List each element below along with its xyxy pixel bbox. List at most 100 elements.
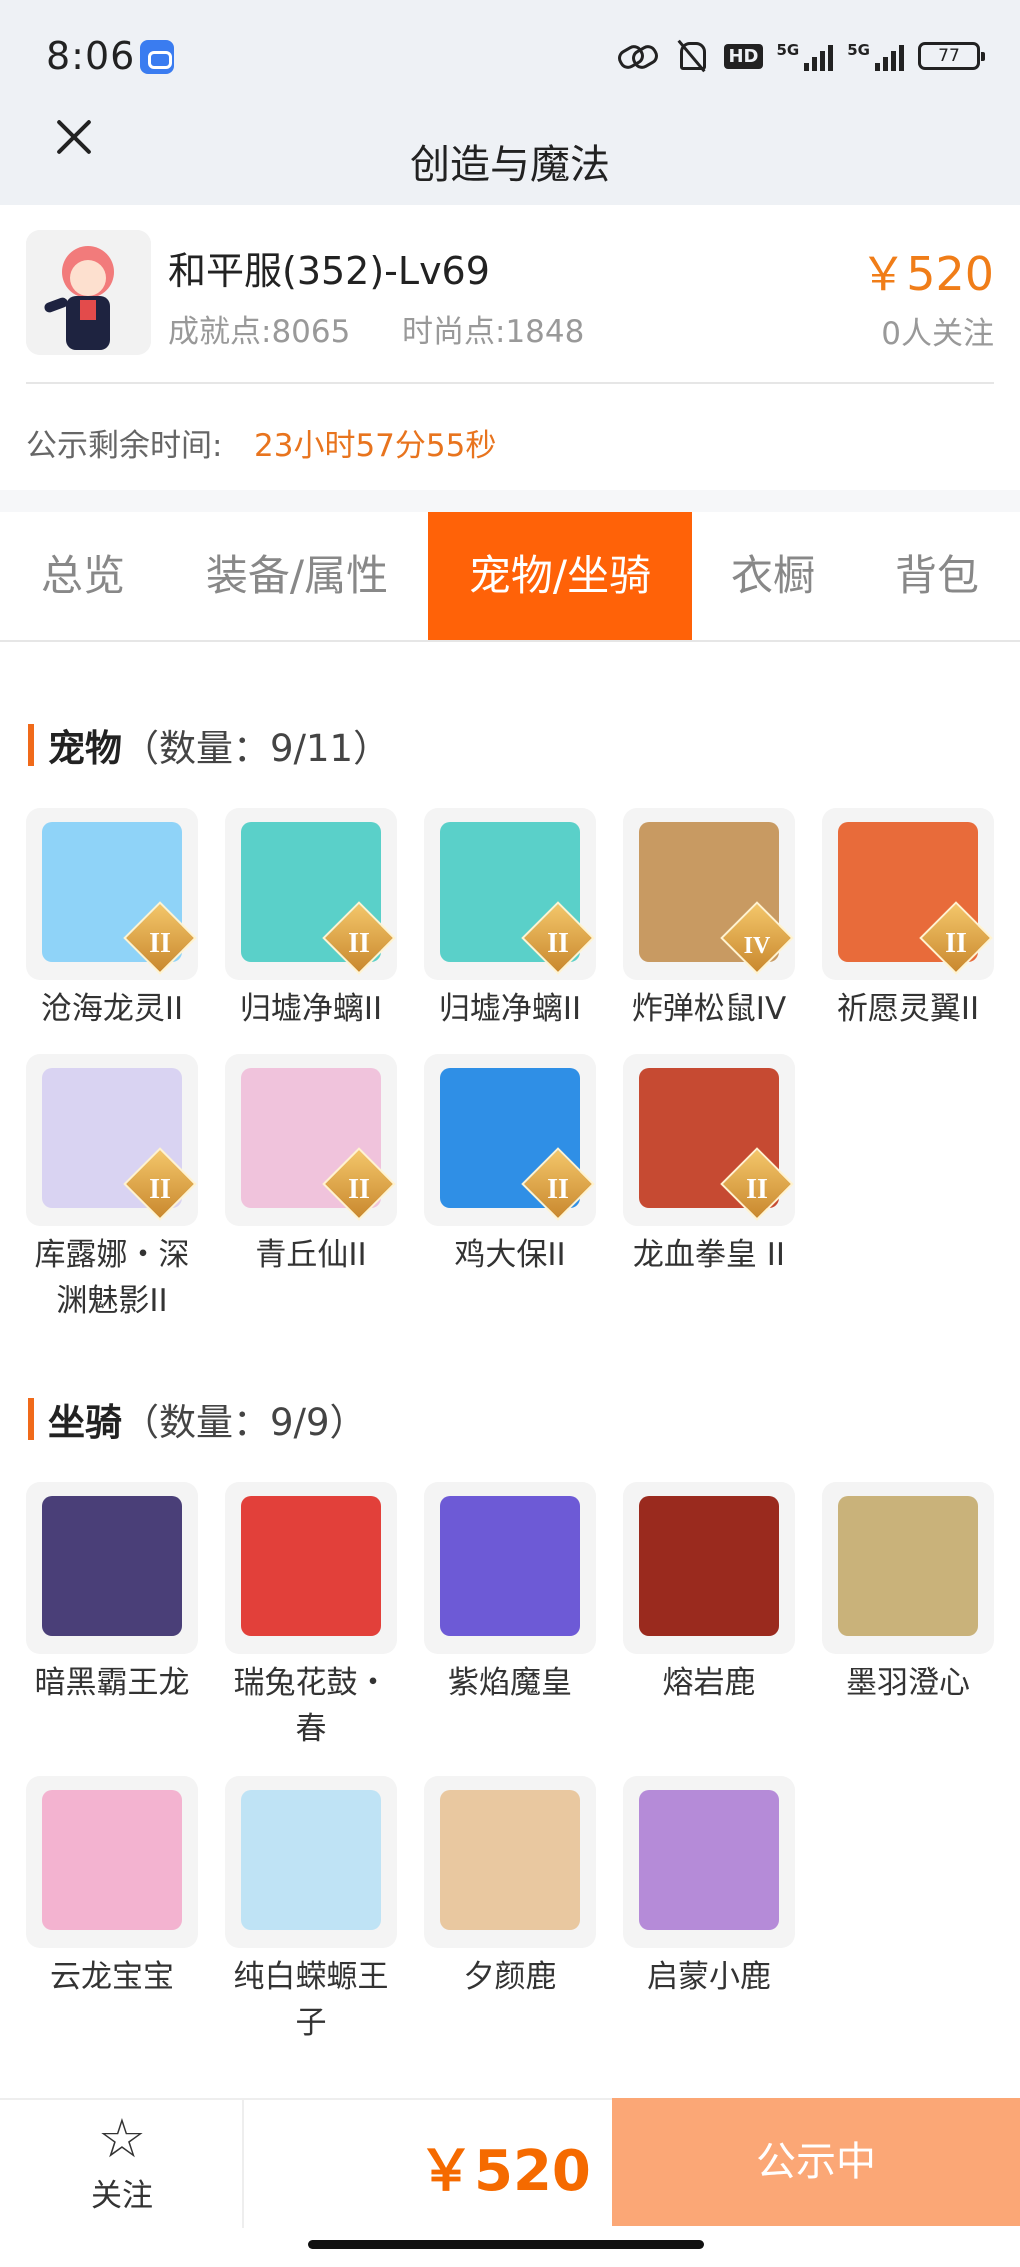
- rank-badge-text: II: [348, 1174, 370, 1205]
- pet-thumbnail: II: [26, 1054, 198, 1226]
- pet-thumbnail: II: [424, 808, 596, 980]
- link-icon: [618, 44, 658, 68]
- mounts-count: （数量：9/9）: [122, 1401, 367, 1444]
- pet-name: 鸡大保II: [454, 1237, 566, 1273]
- signal-label-2: 5G: [847, 41, 870, 59]
- rank-badge-text: II: [348, 928, 370, 959]
- avatar-art: [26, 230, 151, 355]
- mute-icon: [672, 38, 710, 74]
- mount-image: [440, 1496, 580, 1636]
- pet-name: 归墟净螭II: [239, 991, 383, 1027]
- tab-overview[interactable]: 总览: [0, 512, 166, 640]
- mount-item[interactable]: 纯白蝾螈王子: [225, 1776, 397, 2046]
- rank-badge-text: II: [149, 928, 171, 959]
- pet-thumbnail: II: [424, 1054, 596, 1226]
- pet-item[interactable]: II 库露娜・深渊魅影II: [26, 1054, 198, 1324]
- pet-item[interactable]: II 沧海龙灵II: [26, 808, 198, 1032]
- mount-name: 夕颜鹿: [463, 1959, 557, 1995]
- mount-name: 启蒙小鹿: [647, 1959, 771, 1995]
- mount-thumbnail: [623, 1482, 795, 1654]
- mount-image: [440, 1790, 580, 1930]
- mount-image: [241, 1790, 381, 1930]
- mount-thumbnail: [822, 1482, 994, 1654]
- pet-name: 炸弹松鼠IV: [631, 991, 787, 1027]
- mount-thumbnail: [225, 1482, 397, 1654]
- pet-name: 库露娜・深渊魅影II: [34, 1237, 190, 1319]
- pet-item[interactable]: II 龙血拳皇 II: [623, 1054, 795, 1278]
- pet-thumbnail: II: [623, 1054, 795, 1226]
- pet-name: 龙血拳皇 II: [632, 1237, 786, 1273]
- status-time: 8:06: [46, 34, 136, 78]
- mount-thumbnail: [424, 1776, 596, 1948]
- mount-name: 紫焰魔皇: [448, 1665, 572, 1701]
- signal-icon-2: 5G: [847, 41, 904, 71]
- tab-equipment[interactable]: 装备/属性: [166, 512, 428, 640]
- pet-item[interactable]: IV 炸弹松鼠IV: [623, 808, 795, 1032]
- mount-image: [42, 1496, 182, 1636]
- status-icons: HD 5G 5G 77: [618, 38, 985, 74]
- mount-name: 瑞兔花鼓・春: [233, 1665, 389, 1747]
- mount-name: 暗黑霸王龙: [34, 1665, 190, 1701]
- mount-image: [838, 1496, 978, 1636]
- rank-badge-text: IV: [743, 933, 771, 959]
- divider: [26, 382, 994, 384]
- tab-pets-mounts[interactable]: 宠物/坐骑: [428, 512, 692, 640]
- pets-title: 宠物: [48, 727, 122, 770]
- public-notice-button[interactable]: 公示中: [612, 2098, 1020, 2226]
- mount-thumbnail: [26, 1776, 198, 1948]
- tab-wardrobe[interactable]: 衣橱: [692, 512, 854, 640]
- star-icon: ☆: [97, 2107, 147, 2170]
- bottom-price: ￥520: [418, 2139, 591, 2204]
- mount-item[interactable]: 瑞兔花鼓・春: [225, 1482, 397, 1752]
- tab-backpack[interactable]: 背包: [854, 512, 1020, 640]
- pet-item[interactable]: II 祈愿灵翼II: [822, 808, 994, 1032]
- pets-count: （数量：9/11）: [122, 727, 391, 770]
- pet-item[interactable]: II 归墟净螭II: [424, 808, 596, 1032]
- mount-item[interactable]: 启蒙小鹿: [623, 1776, 795, 2000]
- pet-name: 青丘仙II: [255, 1237, 367, 1273]
- page-title: 创造与魔法: [410, 142, 610, 188]
- countdown-value: 23小时57分55秒: [254, 428, 497, 464]
- account-name: 和平服(352)-Lv69: [168, 249, 490, 293]
- home-indicator[interactable]: [308, 2240, 704, 2249]
- mount-item[interactable]: 墨羽澄心: [822, 1482, 994, 1706]
- mount-item[interactable]: 紫焰魔皇: [424, 1482, 596, 1706]
- pet-item[interactable]: II 归墟净螭II: [225, 808, 397, 1032]
- achievement-points: 成就点:8065: [168, 314, 351, 350]
- pets-section-header: 宠物 （数量：9/11）: [28, 718, 390, 772]
- hd-icon: HD: [724, 43, 763, 69]
- mount-name: 云龙宝宝: [50, 1959, 174, 1995]
- follower-count: 0人关注: [881, 316, 994, 352]
- mount-image: [42, 1790, 182, 1930]
- pet-thumbnail: II: [26, 808, 198, 980]
- tab-bar: 总览 装备/属性 宠物/坐骑 衣橱 背包: [0, 512, 1020, 642]
- rank-badge-text: II: [149, 1174, 171, 1205]
- status-bar: 8:06 HD 5G 5G 77: [0, 0, 1020, 110]
- mount-item[interactable]: 夕颜鹿: [424, 1776, 596, 2000]
- fashion-points: 时尚点:1848: [402, 314, 585, 350]
- mount-name: 纯白蝾螈王子: [233, 1959, 389, 2041]
- mount-image: [241, 1496, 381, 1636]
- mount-thumbnail: [424, 1482, 596, 1654]
- pet-item[interactable]: II 青丘仙II: [225, 1054, 397, 1278]
- pet-name: 归墟净螭II: [438, 991, 582, 1027]
- avatar: [26, 230, 151, 355]
- section-marker: [28, 1398, 34, 1440]
- divider: [242, 2098, 244, 2228]
- rank-badge-text: II: [746, 1174, 768, 1205]
- mount-item[interactable]: 熔岩鹿: [623, 1482, 795, 1706]
- mount-thumbnail: [26, 1482, 198, 1654]
- mount-item[interactable]: 云龙宝宝: [26, 1776, 198, 2000]
- mount-item[interactable]: 暗黑霸王龙: [26, 1482, 198, 1706]
- mounts-title: 坐骑: [48, 1401, 122, 1444]
- mount-image: [639, 1790, 779, 1930]
- pet-thumbnail: II: [225, 808, 397, 980]
- mount-image: [639, 1496, 779, 1636]
- pet-name: 沧海龙灵II: [40, 991, 184, 1027]
- follow-button[interactable]: ☆ 关注: [60, 2108, 184, 2220]
- section-marker: [28, 724, 34, 766]
- pet-thumbnail: II: [225, 1054, 397, 1226]
- mount-name: 熔岩鹿: [662, 1665, 756, 1701]
- countdown-label: 公示剩余时间:: [26, 428, 223, 464]
- pet-item[interactable]: II 鸡大保II: [424, 1054, 596, 1278]
